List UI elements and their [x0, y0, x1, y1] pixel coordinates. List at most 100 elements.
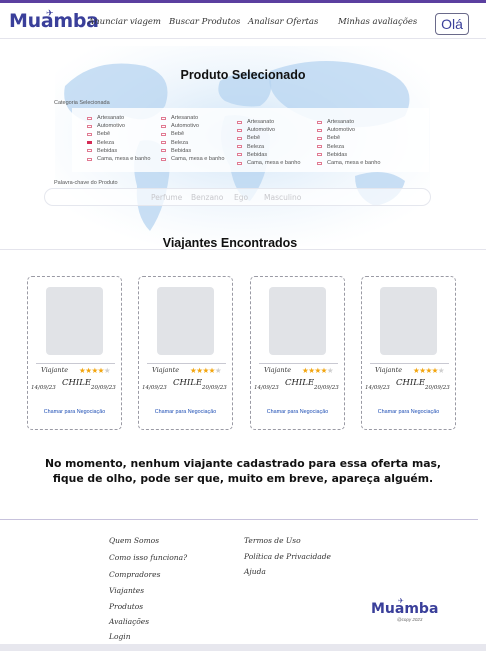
nav-anunciar-viagem[interactable]: Anunciar viagem	[88, 17, 161, 27]
keyword-tag[interactable]: Ego	[234, 193, 248, 202]
checkbox-icon[interactable]	[161, 141, 166, 145]
footer-logo[interactable]: Muamba	[371, 601, 438, 617]
checkbox-icon[interactable]	[237, 120, 242, 124]
checkbox-icon[interactable]	[237, 145, 242, 149]
category-option[interactable]: Cama, mesa e banho	[161, 155, 224, 163]
checkbox-icon[interactable]	[237, 161, 242, 165]
category-option[interactable]: Beleza	[87, 139, 150, 147]
checkbox-icon[interactable]	[87, 124, 92, 128]
category-option[interactable]: Cama, mesa e banho	[317, 159, 380, 167]
checkbox-icon[interactable]	[87, 116, 92, 120]
no-travelers-notice: No momento, nenhum viajante cadastrado p…	[40, 457, 446, 486]
checkbox-icon[interactable]	[87, 157, 92, 161]
card-divider	[370, 363, 449, 364]
return-date: 20/09/23	[425, 385, 450, 391]
category-option[interactable]: Artesanato	[237, 118, 300, 126]
category-option[interactable]: Bebê	[317, 134, 380, 142]
category-option[interactable]: Automotivo	[237, 126, 300, 134]
category-option[interactable]: Cama, mesa e banho	[237, 159, 300, 167]
traveler-card: Viajante ★★★★★ 14/09/23 CHILE 20/09/23 C…	[138, 276, 233, 430]
footer-link-produtos[interactable]: Produtos	[109, 602, 143, 611]
checkbox-icon[interactable]	[161, 116, 166, 120]
footer-link-termos[interactable]: Termos de Uso	[244, 536, 301, 545]
checkbox-checked-icon[interactable]	[87, 141, 92, 145]
rating-stars-icon: ★★★★★	[79, 366, 111, 375]
keyword-tag[interactable]: Masculino	[264, 193, 301, 202]
rating-stars-icon: ★★★★★	[190, 366, 222, 375]
footer-link-privacidade[interactable]: Política de Privacidade	[244, 552, 331, 561]
keyword-field[interactable]: Perfume Benzano Ego Masculino	[44, 188, 431, 206]
category-option[interactable]: Artesanato	[161, 114, 224, 122]
bottom-scrollbar[interactable]	[0, 644, 486, 651]
category-option[interactable]: Bebidas	[237, 151, 300, 159]
card-divider	[36, 363, 115, 364]
traveler-photo-placeholder	[46, 287, 103, 355]
destination-country: CHILE	[285, 378, 315, 388]
category-option[interactable]: Bebidas	[161, 147, 224, 155]
keyword-tag[interactable]: Perfume	[151, 193, 182, 202]
user-greeting-button[interactable]: Olá	[435, 13, 469, 35]
category-checkbox-grid: Artesanato Automotivo Bebê Beleza Bebida…	[72, 108, 429, 172]
plane-icon: ✈	[46, 8, 54, 18]
checkbox-icon[interactable]	[317, 128, 322, 132]
traveler-name: Viajante	[152, 366, 180, 374]
negotiate-button[interactable]: Chamar para Negociação	[28, 409, 121, 415]
negotiate-button[interactable]: Chamar para Negociação	[139, 409, 232, 415]
negotiate-button[interactable]: Chamar para Negociação	[251, 409, 344, 415]
checkbox-icon[interactable]	[237, 136, 242, 140]
category-option[interactable]: Automotivo	[87, 122, 150, 130]
negotiate-button[interactable]: Chamar para Negociação	[362, 409, 455, 415]
category-option[interactable]: Beleza	[237, 143, 300, 151]
footer-link-compradores[interactable]: Compradores	[109, 570, 160, 579]
category-option[interactable]: Beleza	[161, 139, 224, 147]
checkbox-icon[interactable]	[87, 132, 92, 136]
footer-link-ajuda[interactable]: Ajuda	[244, 567, 266, 576]
checkbox-icon[interactable]	[161, 157, 166, 161]
category-option[interactable]: Bebê	[87, 130, 150, 138]
keyword-tag[interactable]: Benzano	[191, 193, 223, 202]
return-date: 20/09/23	[314, 385, 339, 391]
checkbox-icon[interactable]	[317, 120, 322, 124]
category-option[interactable]: Bebê	[237, 134, 300, 142]
card-divider	[259, 363, 338, 364]
category-option[interactable]: Artesanato	[87, 114, 150, 122]
checkbox-icon[interactable]	[317, 161, 322, 165]
category-option[interactable]: Cama, mesa e banho	[87, 155, 150, 163]
checkbox-icon[interactable]	[161, 149, 166, 153]
checkbox-icon[interactable]	[87, 149, 92, 153]
notice-line: fique de olho, pode ser que, muito em br…	[52, 471, 434, 485]
category-option[interactable]: Beleza	[317, 143, 380, 151]
traveler-photo-placeholder	[380, 287, 437, 355]
checkbox-icon[interactable]	[237, 153, 242, 157]
checkbox-icon[interactable]	[317, 145, 322, 149]
page-title: Produto Selecionado	[180, 68, 306, 82]
category-option[interactable]: Bebidas	[87, 147, 150, 155]
return-date: 20/09/23	[91, 385, 116, 391]
departure-date: 14/09/23	[254, 385, 279, 391]
footer-link-viajantes[interactable]: Viajantes	[109, 586, 144, 595]
footer-link-avaliacoes[interactable]: Avaliações	[109, 617, 149, 626]
nav-minhas-avaliacoes[interactable]: Minhas avaliações	[338, 17, 417, 27]
checkbox-icon[interactable]	[161, 124, 166, 128]
nav-analisar-ofertas[interactable]: Analisar Ofertas	[248, 17, 318, 27]
footer-link-quem-somos[interactable]: Quem Somos	[109, 536, 159, 545]
category-option[interactable]: Automotivo	[317, 126, 380, 134]
site-header: Muamba ✈ Anunciar viagem Buscar Produtos…	[0, 3, 486, 39]
nav-buscar-produtos[interactable]: Buscar Produtos	[169, 17, 240, 27]
rating-stars-icon: ★★★★★	[302, 366, 334, 375]
category-option[interactable]: Artesanato	[317, 118, 380, 126]
travelers-section-title: Viajantes Encontrados	[162, 236, 298, 250]
keyword-label: Palavra-chave do Produto	[54, 180, 118, 186]
checkbox-icon[interactable]	[317, 136, 322, 140]
category-option[interactable]: Bebê	[161, 130, 224, 138]
destination-country: CHILE	[396, 378, 426, 388]
checkbox-icon[interactable]	[317, 153, 322, 157]
category-option[interactable]: Bebidas	[317, 151, 380, 159]
footer-link-login[interactable]: Login	[109, 632, 131, 641]
traveler-photo-placeholder	[157, 287, 214, 355]
checkbox-icon[interactable]	[237, 128, 242, 132]
checkbox-icon[interactable]	[161, 132, 166, 136]
category-option[interactable]: Automotivo	[161, 122, 224, 130]
footer-link-como-funciona[interactable]: Como isso funciona?	[109, 553, 187, 562]
traveler-name: Viajante	[41, 366, 69, 374]
